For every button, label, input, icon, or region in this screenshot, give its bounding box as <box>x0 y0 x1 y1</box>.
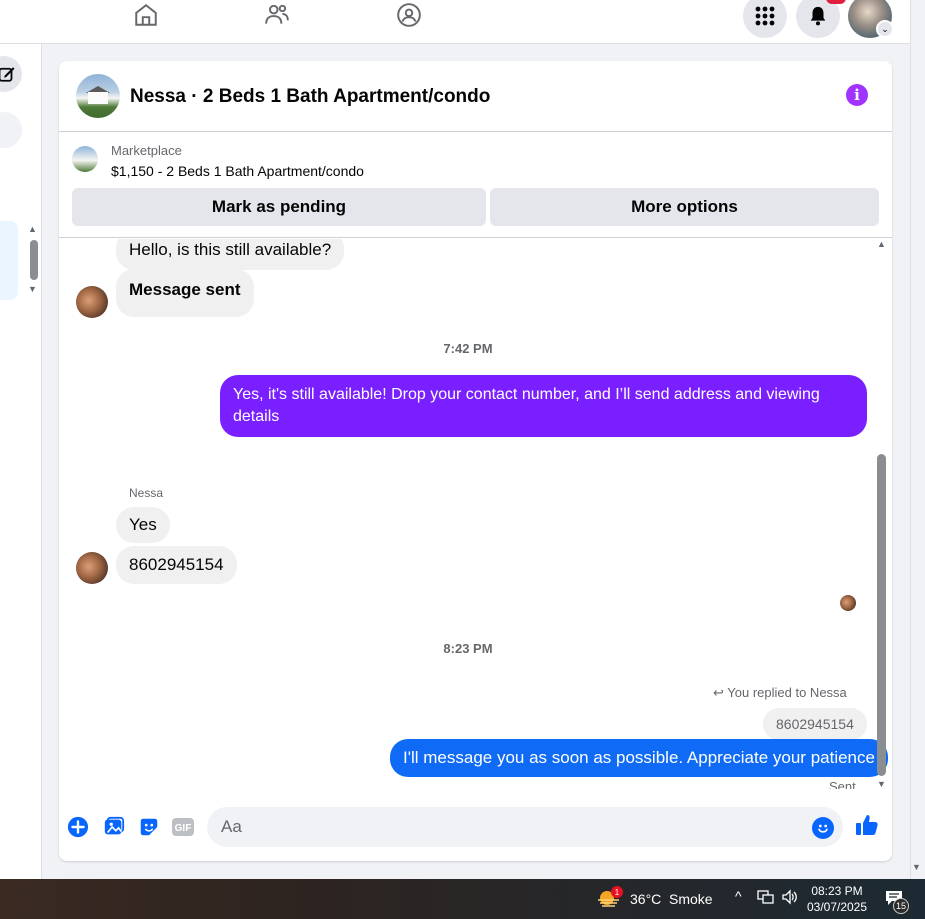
chevron-down-icon[interactable]: ⌄ <box>876 20 894 38</box>
groups-icon[interactable] <box>394 0 424 30</box>
notification-badge <box>826 0 846 4</box>
message-composer: GIF <box>59 801 892 855</box>
taskbar: 1 36°C Smoke ^ 08:23 PM 03/07/2025 15 <box>0 879 925 919</box>
seen-indicator-avatar <box>840 595 856 611</box>
svg-text:GIF: GIF <box>175 823 192 834</box>
message-bubble[interactable]: Message sent <box>116 269 254 317</box>
sender-avatar[interactable] <box>76 286 108 318</box>
message-thread: Hello, is this still available? Message … <box>59 239 892 789</box>
marketplace-listing-panel: Marketplace $1,150 - 2 Beds 1 Bath Apart… <box>59 132 892 238</box>
chat-title[interactable]: Nessa · 2 Beds 1 Bath Apartment/condo <box>130 86 490 108</box>
left-sidebar <box>0 44 42 879</box>
temperature[interactable]: 36°C <box>630 891 661 907</box>
notification-count-badge: 15 <box>893 898 909 914</box>
reply-indicator: ↩ You replied to Nessa <box>713 685 847 701</box>
message-scrollbar[interactable] <box>877 454 886 776</box>
gif-icon[interactable]: GIF <box>171 815 195 839</box>
photo-icon[interactable] <box>102 815 126 839</box>
message-bubble[interactable]: Yes <box>116 507 170 543</box>
friends-icon[interactable] <box>262 0 292 30</box>
clock-time: 08:23 PM <box>811 884 863 898</box>
sent-status: Sent <box>829 779 856 789</box>
reply-label: You replied to Nessa <box>727 685 847 700</box>
clock[interactable]: 08:23 PM 03/07/2025 <box>806 883 868 915</box>
page-scrollbar[interactable] <box>910 0 925 879</box>
message-bubble-sent[interactable]: I'll message you as soon as possible. Ap… <box>390 739 888 777</box>
message-input[interactable] <box>207 807 843 847</box>
add-attachment-icon[interactable] <box>66 815 90 839</box>
weather-alert-badge: 1 <box>611 886 623 898</box>
listing-price-title[interactable]: $1,150 - 2 Beds 1 Bath Apartment/condo <box>111 163 364 179</box>
quoted-message[interactable]: 8602945154 <box>763 708 867 740</box>
mark-as-pending-button[interactable]: Mark as pending <box>72 188 486 226</box>
sender-avatar[interactable] <box>76 552 108 584</box>
scroll-up-arrow-icon[interactable]: ▲ <box>877 239 886 249</box>
emoji-icon[interactable] <box>812 817 834 839</box>
listing-avatar[interactable] <box>76 74 120 118</box>
volume-icon[interactable] <box>781 889 799 908</box>
reply-icon: ↩ <box>713 685 724 700</box>
message-bubble[interactable]: Hello, is this still available? <box>116 239 345 270</box>
clock-date: 03/07/2025 <box>806 900 868 914</box>
sidebar-scrollbar[interactable] <box>30 240 38 280</box>
listing-thumbnail[interactable] <box>72 146 98 172</box>
scroll-down-arrow-icon[interactable]: ▼ <box>877 779 886 789</box>
network-icon[interactable] <box>757 889 775 908</box>
timestamp: 7:42 PM <box>443 341 493 356</box>
menu-grid-icon[interactable] <box>743 0 787 38</box>
info-icon[interactable]: i <box>846 84 868 106</box>
sidebar-active-item[interactable] <box>0 221 18 300</box>
compose-icon <box>0 67 15 82</box>
sticker-icon[interactable] <box>137 815 161 839</box>
top-navigation-bar: ⌄ <box>0 0 910 44</box>
scroll-up-arrow-icon[interactable]: ▲ <box>28 224 37 234</box>
like-icon[interactable] <box>855 813 879 837</box>
chat-window: Nessa · 2 Beds 1 Bath Apartment/condo i … <box>59 61 892 861</box>
timestamp: 8:23 PM <box>443 641 493 656</box>
sender-name: Nessa <box>129 486 164 500</box>
bell-icon[interactable] <box>796 0 840 38</box>
home-icon[interactable] <box>131 0 161 30</box>
scroll-down-arrow-icon[interactable]: ▼ <box>28 284 37 294</box>
chevron-up-icon[interactable]: ^ <box>735 888 742 904</box>
message-bubble[interactable]: 8602945154 <box>116 546 237 584</box>
more-options-button[interactable]: More options <box>490 188 879 226</box>
message-bubble-sent[interactable]: Yes, it's still available! Drop your con… <box>220 375 867 437</box>
scroll-down-arrow-icon[interactable]: ▼ <box>912 862 921 872</box>
weather-condition[interactable]: Smoke <box>669 891 713 907</box>
marketplace-label: Marketplace <box>111 143 182 158</box>
chat-header: Nessa · 2 Beds 1 Bath Apartment/condo i <box>59 61 892 132</box>
